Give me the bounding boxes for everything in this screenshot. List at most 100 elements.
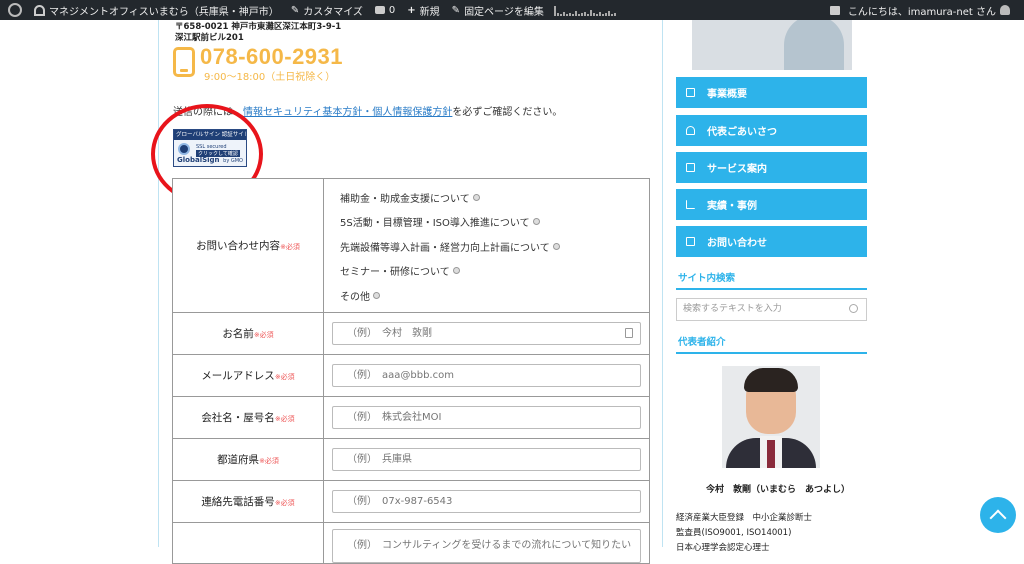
- menu-results[interactable]: 実績・事例: [676, 189, 867, 220]
- contact-form: お問い合わせ内容※必須 補助金・助成金支援について 5S活動・目標管理・ISO導…: [172, 178, 650, 564]
- company-input[interactable]: [332, 405, 641, 429]
- rep-credential: 監査員(ISO9001, ISO14001): [676, 528, 792, 538]
- plus-icon: +: [407, 4, 416, 16]
- form-row-message: [172, 521, 650, 564]
- site-name-link[interactable]: マネジメントオフィスいまむら（兵庫県・神戸市）: [28, 0, 285, 20]
- new-label: 新規: [419, 6, 440, 18]
- rep-credential: 日本心理学会認定心理士: [676, 543, 770, 553]
- photo-figure: [784, 20, 844, 70]
- inquiry-option[interactable]: 先端設備等導入計画・経営力向上計画について: [340, 234, 649, 259]
- inquiry-option[interactable]: 補助金・助成金支援について: [340, 185, 649, 210]
- message-textarea[interactable]: [332, 528, 641, 563]
- email-input[interactable]: [332, 363, 641, 387]
- new-content-link[interactable]: + 新規: [401, 0, 445, 20]
- greeting-text: こんにちは、imamura-net さん: [847, 6, 996, 18]
- form-row-company: 会社名・屋号名※必須: [172, 395, 650, 439]
- comments-link[interactable]: 0: [369, 0, 401, 20]
- tel-input[interactable]: [332, 489, 641, 513]
- checkbox[interactable]: [552, 242, 560, 250]
- required-mark: ※必須: [274, 498, 295, 507]
- customize-label: カスタマイズ: [303, 6, 363, 18]
- email-label: メールアドレス※必須: [172, 353, 324, 397]
- menu-label: お問い合わせ: [707, 238, 767, 249]
- inquiry-label: お問い合わせ内容※必須: [172, 178, 324, 313]
- sidebar-search-input[interactable]: 検索するテキストを入力: [676, 298, 867, 321]
- header-photo: [692, 20, 852, 70]
- profile-heading: 代表者紹介: [678, 337, 726, 348]
- checkbox[interactable]: [373, 291, 380, 299]
- search-heading: サイト内検索: [678, 273, 736, 284]
- notice-after: を必ずご確認ください。: [452, 107, 563, 118]
- phone-number[interactable]: 078-600-2931: [200, 44, 343, 70]
- menu-business-overview[interactable]: 事業概要: [676, 77, 867, 108]
- chart-icon: [686, 200, 695, 209]
- stats-sparkline-icon: [553, 4, 616, 16]
- menu-greeting[interactable]: 代表ごあいさつ: [676, 115, 867, 146]
- mail-icon: [686, 237, 695, 246]
- inquiry-option-label: 補助金・助成金支援について: [340, 193, 470, 205]
- required-mark: ※必須: [274, 372, 295, 381]
- menu-label: サービス案内: [707, 164, 767, 175]
- inquiry-option[interactable]: セミナー・研修について: [340, 259, 649, 284]
- name-label-text: お名前: [222, 327, 254, 340]
- form-row-tel: 連絡先電話番号※必須: [172, 479, 650, 523]
- checkbox[interactable]: [532, 218, 540, 226]
- account-link[interactable]: こんにちは、imamura-net さん: [824, 0, 1024, 20]
- prefecture-cell: [323, 437, 650, 481]
- email-cell: [323, 353, 650, 397]
- inquiry-label-text: お問い合わせ内容: [196, 239, 281, 252]
- prefecture-label-text: 都道府県: [217, 453, 260, 466]
- prefecture-input[interactable]: [332, 447, 641, 471]
- autofill-icon[interactable]: [625, 327, 633, 338]
- search-icon[interactable]: [849, 304, 858, 313]
- menu-contact[interactable]: お問い合わせ: [676, 226, 867, 257]
- checkbox[interactable]: [472, 193, 480, 201]
- phone-icon: [173, 47, 195, 77]
- comments-count: 0: [388, 4, 396, 16]
- menu-label: 事業概要: [707, 89, 747, 100]
- main-content: 〒658-0021 神戸市東灘区深江本町3-9-1 深江駅前ビル201 078-…: [151, 20, 663, 564]
- name-label: お名前※必須: [172, 311, 324, 355]
- menu-services[interactable]: サービス案内: [676, 152, 867, 183]
- name-cell: [323, 311, 650, 355]
- avatar-icon: [1000, 5, 1010, 15]
- customize-link[interactable]: ✎ カスタマイズ: [285, 0, 369, 20]
- search-placeholder: 検索するテキストを入力: [683, 304, 782, 314]
- privacy-policy-link[interactable]: 情報セキュリティ基本方針・個人情報保護方針: [243, 107, 452, 118]
- profile-heading-line: [676, 352, 867, 354]
- dashboard-icon: [34, 4, 45, 16]
- inquiry-option[interactable]: 5S活動・目標管理・ISO導入推進について: [340, 210, 649, 235]
- address-line-2: 深江駅前ビル201: [175, 33, 244, 43]
- comment-icon: [374, 6, 385, 14]
- menu-label: 代表ごあいさつ: [707, 127, 777, 138]
- company-label: 会社名・屋号名※必須: [172, 395, 324, 439]
- scroll-to-top-button[interactable]: [980, 497, 1016, 533]
- address: 〒658-0021 神戸市東灘区深江本町3-9-1 深江駅前ビル201: [175, 22, 341, 44]
- inquiry-option-label: その他: [340, 291, 370, 303]
- tel-cell: [323, 479, 650, 523]
- edit-page-link[interactable]: ✎ 固定ページを編集: [446, 0, 622, 20]
- prefecture-label: 都道府県※必須: [172, 437, 324, 481]
- company-cell: [323, 395, 650, 439]
- representative-name: 今村 敦剛（いまむら あつよし）: [706, 485, 851, 495]
- form-row-name: お名前※必須: [172, 311, 650, 355]
- required-mark: ※必須: [274, 414, 295, 423]
- pencil-icon: ✎: [451, 4, 461, 16]
- checkbox[interactable]: [452, 267, 460, 275]
- inquiry-option[interactable]: その他: [340, 283, 649, 308]
- brush-icon: ✎: [290, 4, 300, 16]
- message-cell: [323, 521, 650, 564]
- required-mark: ※必須: [259, 456, 279, 465]
- admin-bar: マネジメントオフィスいまむら（兵庫県・神戸市） ✎ カスタマイズ 0 + 新規 …: [0, 0, 1024, 20]
- inquiry-options: 補助金・助成金支援について 5S活動・目標管理・ISO導入推進について 先端設備…: [323, 178, 650, 313]
- wordpress-logo-button[interactable]: [0, 0, 28, 20]
- form-row-inquiry: お問い合わせ内容※必須 補助金・助成金支援について 5S活動・目標管理・ISO導…: [172, 178, 650, 313]
- edit-page-label: 固定ページを編集: [464, 6, 544, 18]
- name-input[interactable]: [332, 321, 641, 345]
- inquiry-option-label: 5S活動・目標管理・ISO導入推進について: [340, 218, 530, 230]
- tel-label-text: 連絡先電話番号: [201, 495, 275, 508]
- portrait-hair: [744, 368, 798, 392]
- form-row-email: メールアドレス※必須: [172, 353, 650, 397]
- wordpress-icon: [8, 3, 22, 17]
- tel-label: 連絡先電話番号※必須: [172, 479, 324, 523]
